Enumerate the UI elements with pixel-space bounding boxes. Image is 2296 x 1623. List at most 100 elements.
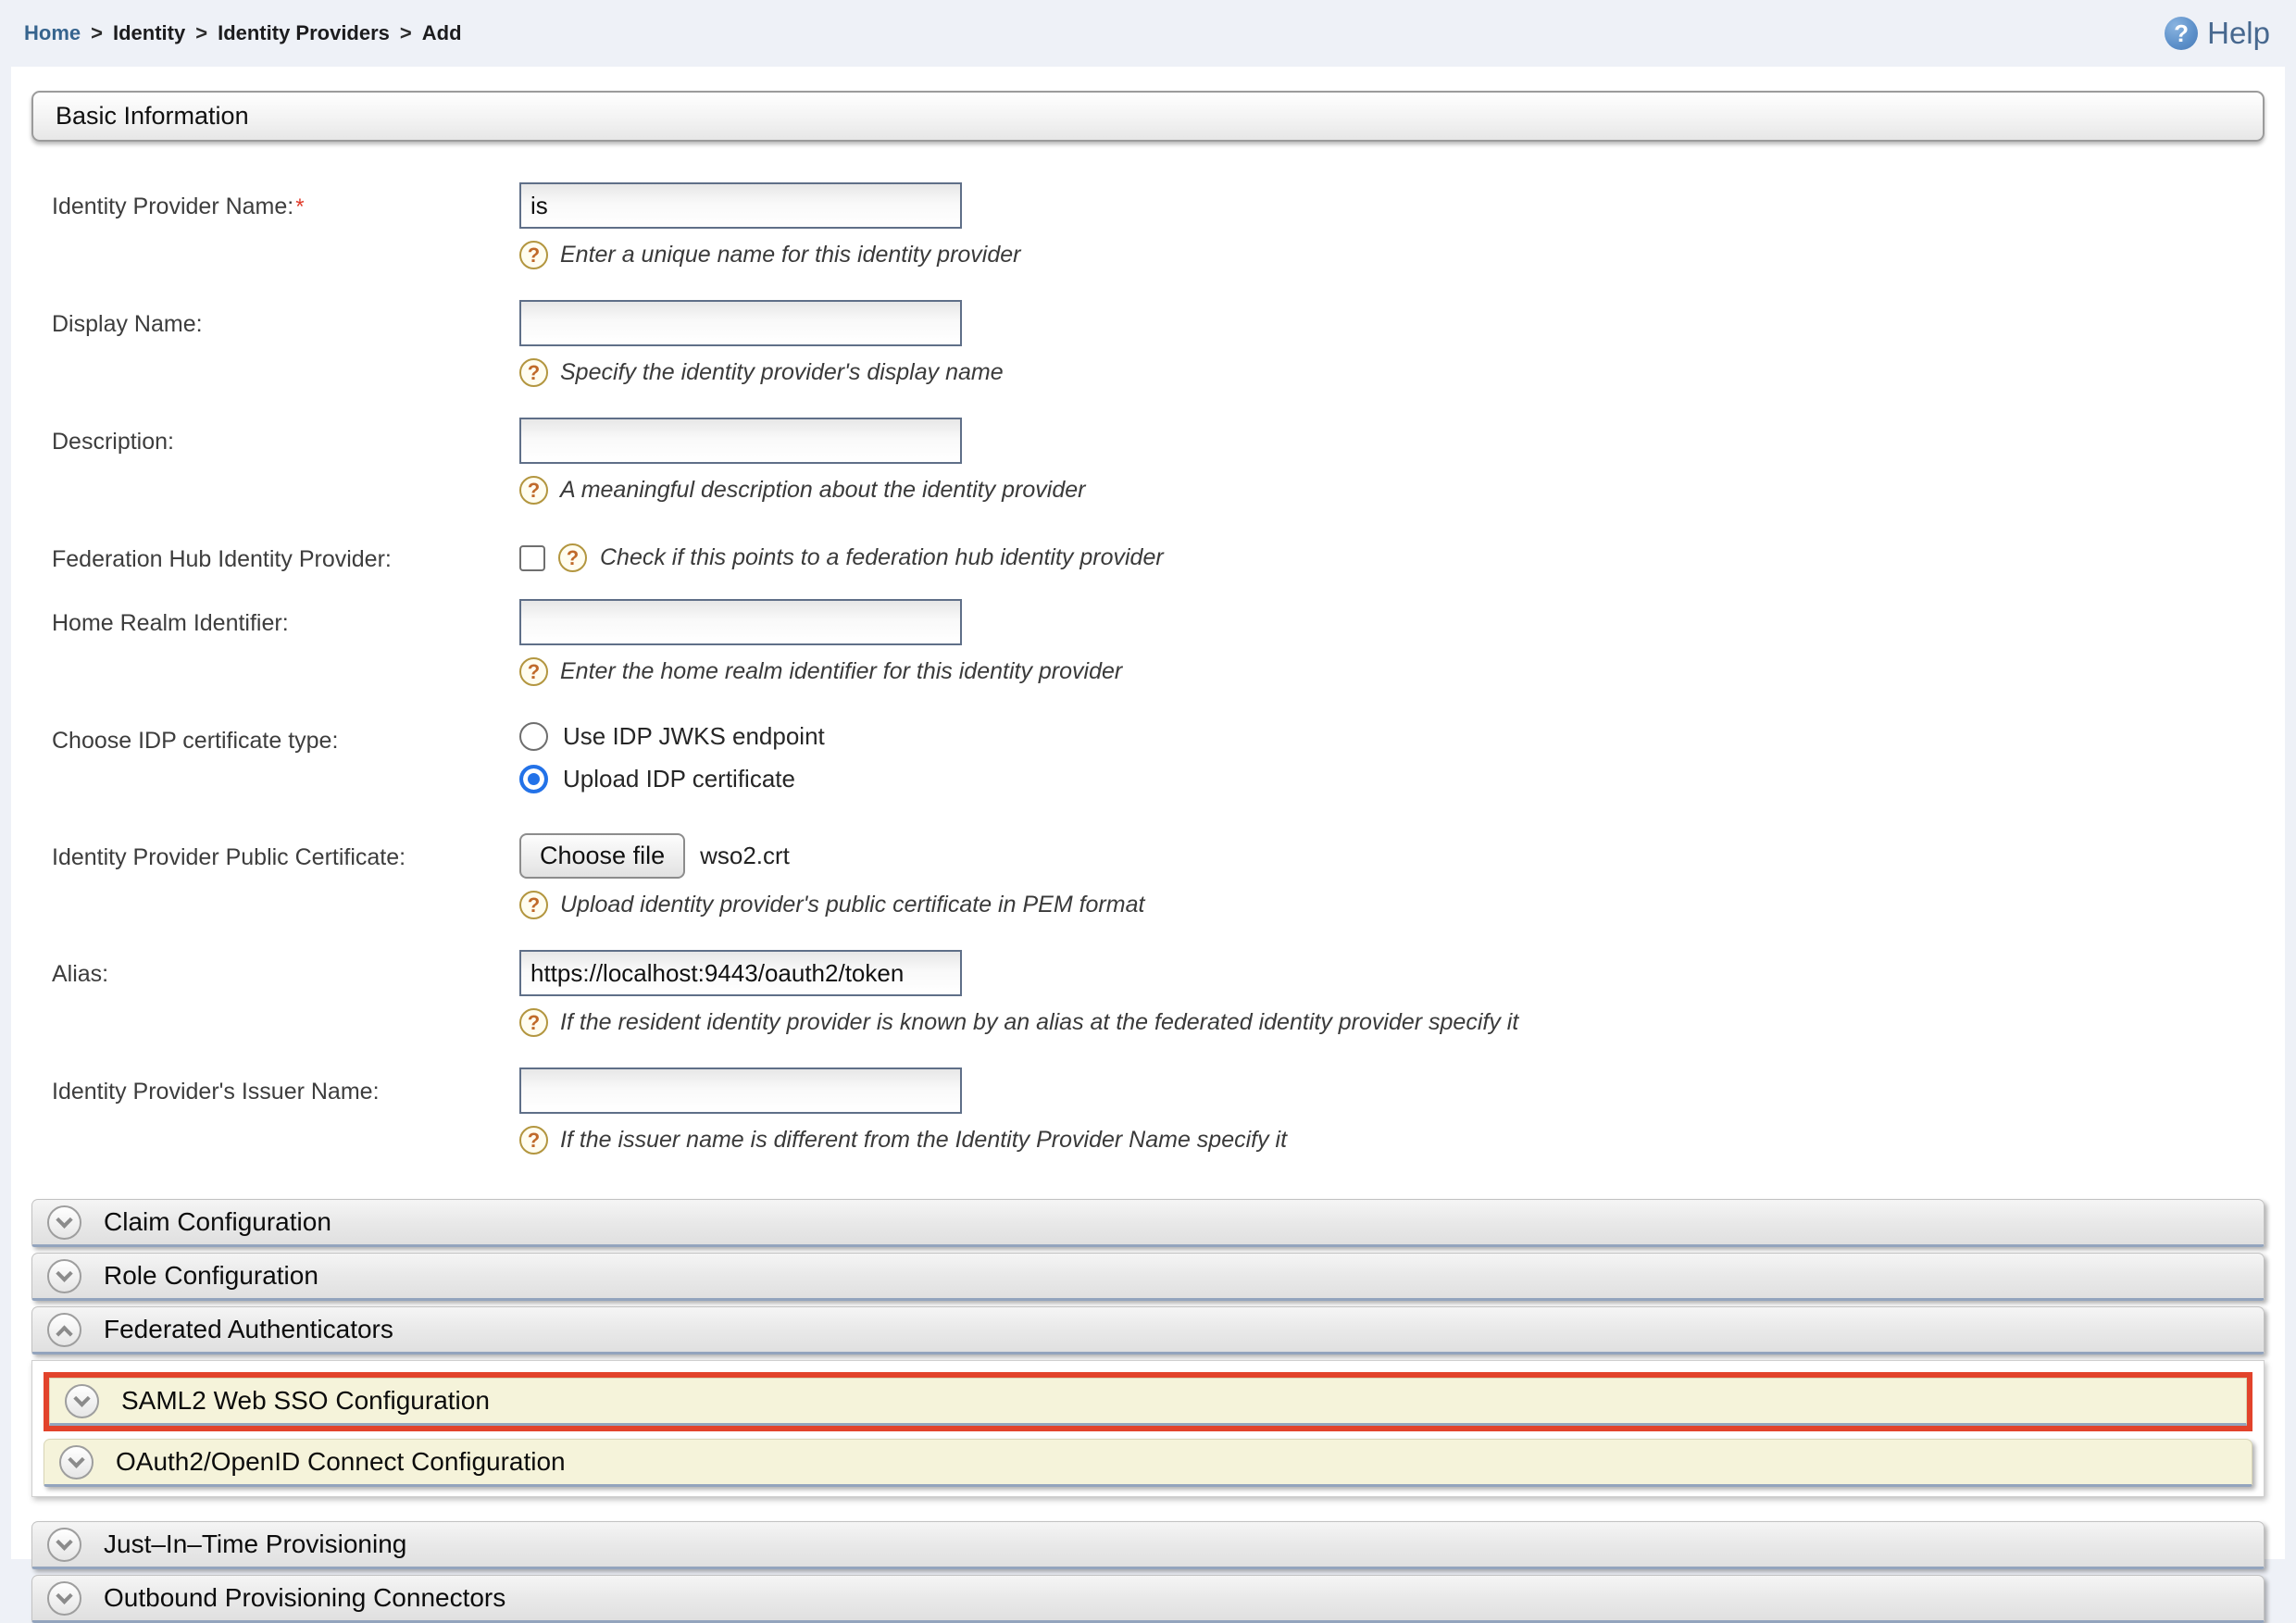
chevron-down-icon (47, 1528, 81, 1562)
description-control: ? A meaningful description about the ide… (519, 418, 1085, 505)
hint-question-icon[interactable]: ? (519, 476, 548, 505)
public-cert-file-row: Choose file wso2.crt (519, 833, 1144, 879)
federation-hub-control: ? Check if this points to a federation h… (519, 535, 1164, 573)
hint-question-icon[interactable]: ? (519, 1008, 548, 1037)
accordion-claim-configuration[interactable]: Claim Configuration (31, 1199, 2265, 1247)
radio-option-jwks[interactable]: Use IDP JWKS endpoint (519, 722, 825, 751)
accordion-oauth2-openid-connect[interactable]: OAuth2/OpenID Connect Configuration (44, 1439, 2252, 1487)
issuer-name-label: Identity Provider's Issuer Name: (52, 1067, 519, 1155)
federated-authenticators-panel: SAML2 Web SSO Configuration OAuth2/OpenI… (31, 1360, 2265, 1497)
breadcrumb-identity-providers[interactable]: Identity Providers (218, 21, 390, 45)
description-input[interactable] (519, 418, 962, 464)
breadcrumb-separator: > (195, 21, 207, 45)
accordion-outbound-provisioning-connectors[interactable]: Outbound Provisioning Connectors (31, 1575, 2265, 1623)
breadcrumb-separator: > (400, 21, 412, 45)
accordion-role-configuration[interactable]: Role Configuration (31, 1253, 2265, 1301)
hint-question-icon[interactable]: ? (519, 891, 548, 919)
chevron-up-icon (47, 1313, 81, 1347)
display-name-hint-text: Specify the identity provider's display … (560, 359, 1004, 386)
description-hint-text: A meaningful description about the ident… (560, 477, 1085, 504)
display-name-control: ? Specify the identity provider's displa… (519, 300, 1004, 387)
accordion-federated-authenticators[interactable]: Federated Authenticators (31, 1306, 2265, 1355)
hint-question-icon[interactable]: ? (558, 543, 587, 572)
federation-hub-hint-text: Check if this points to a federation hub… (600, 544, 1164, 571)
federation-hub-checkbox[interactable] (519, 545, 545, 571)
field-row-issuer-name: Identity Provider's Issuer Name: ? If th… (52, 1067, 2265, 1155)
accordion-role-title: Role Configuration (104, 1261, 318, 1291)
help-icon: ? (2165, 17, 2198, 50)
public-cert-control: Choose file wso2.crt ? Upload identity p… (519, 833, 1144, 919)
breadcrumb-identity[interactable]: Identity (113, 21, 185, 45)
field-row-home-realm: Home Realm Identifier: ? Enter the home … (52, 599, 2265, 686)
idp-name-label-text: Identity Provider Name: (52, 194, 293, 219)
chevron-down-icon (47, 1205, 81, 1240)
accordion-federated-title: Federated Authenticators (104, 1315, 393, 1344)
display-name-input[interactable] (519, 300, 962, 346)
alias-hint-text: If the resident identity provider is kno… (560, 1009, 1518, 1036)
public-cert-hint-text: Upload identity provider's public certif… (560, 892, 1144, 918)
idp-name-control: ? Enter a unique name for this identity … (519, 182, 1021, 269)
chevron-down-icon (59, 1445, 94, 1479)
radio-option-upload-cert[interactable]: Upload IDP certificate (519, 765, 825, 793)
help-label: Help (2207, 16, 2270, 51)
cert-type-label: Choose IDP certificate type: (52, 717, 519, 807)
radio-upload-selected[interactable] (519, 765, 548, 793)
help-link[interactable]: ? Help (2165, 16, 2270, 51)
issuer-name-control: ? If the issuer name is different from t… (519, 1067, 1287, 1155)
radio-jwks-label: Use IDP JWKS endpoint (563, 722, 825, 751)
cert-type-radio-group: Use IDP JWKS endpoint Upload IDP certifi… (519, 717, 825, 807)
radio-upload-label: Upload IDP certificate (563, 765, 795, 793)
home-realm-hint: ? Enter the home realm identifier for th… (519, 657, 1122, 686)
hint-question-icon[interactable]: ? (519, 657, 548, 686)
page: Home > Identity > Identity Providers > A… (0, 0, 2296, 1559)
description-label: Description: (52, 418, 519, 505)
idp-name-hint-text: Enter a unique name for this identity pr… (560, 242, 1021, 268)
accordion-just-in-time-provisioning[interactable]: Just–In–Time Provisioning (31, 1521, 2265, 1569)
issuer-name-input[interactable] (519, 1067, 962, 1114)
home-realm-hint-text: Enter the home realm identifier for this… (560, 658, 1122, 685)
chevron-down-icon (65, 1384, 99, 1418)
federation-hub-label: Federation Hub Identity Provider: (52, 535, 519, 573)
accordion-claim-title: Claim Configuration (104, 1207, 331, 1237)
accordion-list: Claim Configuration Role Configuration F… (31, 1199, 2265, 1623)
alias-input[interactable] (519, 950, 962, 996)
choose-file-button[interactable]: Choose file (519, 833, 685, 879)
accordion-outbound-title: Outbound Provisioning Connectors (104, 1583, 505, 1613)
breadcrumb-add: Add (422, 21, 462, 45)
idp-form: Identity Provider Name:* ? Enter a uniqu… (31, 182, 2265, 1155)
public-cert-label: Identity Provider Public Certificate: (52, 833, 519, 919)
idp-name-label: Identity Provider Name:* (52, 182, 519, 269)
display-name-label: Display Name: (52, 300, 519, 387)
field-row-idp-name: Identity Provider Name:* ? Enter a uniqu… (52, 182, 2265, 269)
issuer-name-hint-text: If the issuer name is different from the… (560, 1127, 1287, 1154)
content-panel: Basic Information Identity Provider Name… (11, 67, 2285, 1559)
public-cert-hint: ? Upload identity provider's public cert… (519, 891, 1144, 919)
radio-jwks-unselected[interactable] (519, 722, 548, 751)
breadcrumb: Home > Identity > Identity Providers > A… (24, 21, 462, 45)
breadcrumb-separator: > (91, 21, 103, 45)
field-row-public-cert: Identity Provider Public Certificate: Ch… (52, 833, 2265, 919)
topbar: Home > Identity > Identity Providers > A… (0, 0, 2296, 67)
idp-name-hint: ? Enter a unique name for this identity … (519, 241, 1021, 269)
alias-control: ? If the resident identity provider is k… (519, 950, 1518, 1037)
hint-question-icon[interactable]: ? (519, 241, 548, 269)
display-name-hint: ? Specify the identity provider's displa… (519, 358, 1004, 387)
basic-information-title: Basic Information (56, 102, 249, 131)
breadcrumb-home-link[interactable]: Home (24, 21, 81, 45)
accordion-jit-title: Just–In–Time Provisioning (104, 1529, 406, 1559)
home-realm-input[interactable] (519, 599, 962, 645)
chosen-file-name: wso2.crt (700, 842, 790, 870)
accordion-oauth2-title: OAuth2/OpenID Connect Configuration (116, 1447, 566, 1477)
field-row-description: Description: ? A meaningful description … (52, 418, 2265, 505)
hint-question-icon[interactable]: ? (519, 358, 548, 387)
basic-information-header: Basic Information (31, 91, 2265, 142)
accordion-saml2-web-sso[interactable]: SAML2 Web SSO Configuration (49, 1378, 2247, 1426)
hint-question-icon[interactable]: ? (519, 1126, 548, 1155)
field-row-cert-type: Choose IDP certificate type: Use IDP JWK… (52, 717, 2265, 807)
description-hint: ? A meaningful description about the ide… (519, 476, 1085, 505)
home-realm-control: ? Enter the home realm identifier for th… (519, 599, 1122, 686)
field-row-federation-hub: Federation Hub Identity Provider: ? Chec… (52, 535, 2265, 573)
chevron-down-icon (47, 1581, 81, 1616)
idp-name-input[interactable] (519, 182, 962, 229)
field-row-display-name: Display Name: ? Specify the identity pro… (52, 300, 2265, 387)
